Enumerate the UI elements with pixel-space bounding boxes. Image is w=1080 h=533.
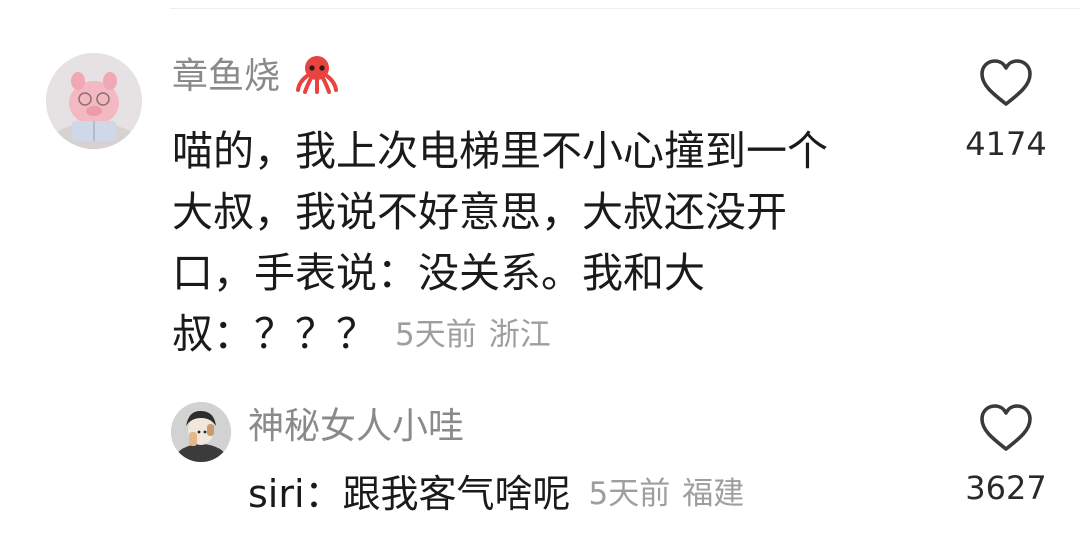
like-button[interactable] bbox=[978, 58, 1034, 108]
comment-meta: 5天前 浙江 bbox=[395, 317, 551, 353]
reply-meta: 5天前 福建 bbox=[589, 476, 745, 512]
comment-line-last: 叔：？？？ 5天前 浙江 bbox=[172, 304, 932, 365]
reply-avatar[interactable] bbox=[171, 402, 231, 462]
avatar[interactable] bbox=[46, 53, 142, 149]
comment-line: 叔：？？？ bbox=[172, 310, 377, 358]
comment-thread: 章鱼烧 喵的，我上次电梯里不小心撞到一个 大叔，我说不好意思，大叔还没开 口，手… bbox=[0, 0, 1080, 533]
octopus-icon bbox=[295, 54, 339, 105]
divider bbox=[170, 8, 1080, 9]
heart-outline-icon bbox=[980, 404, 1032, 451]
comment-line: 口，手表说：没关系。我和大 bbox=[172, 249, 705, 297]
comment-line: 大叔，我说不好意思，大叔还没开 bbox=[172, 188, 787, 236]
reply-text[interactable]: siri：跟我客气啥呢 5天前 福建 bbox=[248, 466, 744, 522]
comment-line: 喵的，我上次电梯里不小心撞到一个 bbox=[172, 127, 828, 175]
comment-username[interactable]: 章鱼烧 bbox=[172, 54, 339, 105]
heart-outline-icon bbox=[980, 59, 1032, 106]
like-count: 4174 bbox=[965, 125, 1047, 163]
reply-like-count: 3627 bbox=[965, 469, 1047, 507]
reply-location: 福建 bbox=[682, 476, 745, 512]
reply-text-content: siri：跟我客气啥呢 bbox=[248, 472, 571, 516]
username-text: 章鱼烧 bbox=[172, 56, 281, 97]
reply-time: 5天前 bbox=[588, 476, 671, 512]
comment-time: 5天前 bbox=[395, 317, 477, 353]
comment-location: 浙江 bbox=[488, 317, 551, 353]
comment-text[interactable]: 喵的，我上次电梯里不小心撞到一个 大叔，我说不好意思，大叔还没开 口，手表说：没… bbox=[172, 121, 932, 365]
reply-like-button[interactable] bbox=[978, 403, 1034, 453]
reply-username[interactable]: 神秘女人小哇 bbox=[248, 405, 464, 449]
